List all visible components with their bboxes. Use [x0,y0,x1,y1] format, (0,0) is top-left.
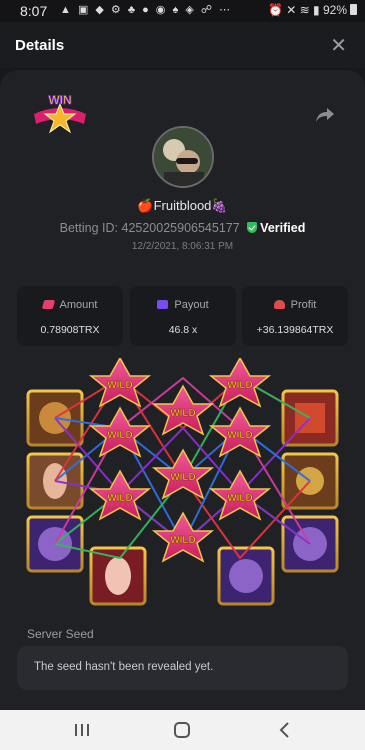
details-card: WIN 🍎Fruitblood🍇 Betting ID: 42520025906… [0,70,365,710]
wallet-icon [157,300,169,309]
bet-timestamp: 12/2/2021, 8:06:31 PM [131,241,234,252]
betting-id-value: 425200259065451​77 [121,221,240,235]
profit-user-icon [273,300,285,309]
details-header: Details ✕ [0,22,365,68]
back-icon[interactable] [265,718,305,742]
system-nav-bar [0,710,365,750]
recent-apps-icon[interactable] [62,718,102,742]
wild-label: WILD [107,493,133,504]
win-badge-text: WIN [48,93,71,107]
wild-label: WILD [227,493,253,504]
stat-profit-value: +36.139864TRX [256,324,334,336]
server-seed-box: The seed hasn't been revealed yet. [17,646,348,690]
win-badge-icon: WIN [34,93,86,134]
slot-board: WILD WILD WILD WILD WILD WILD WILD WILD … [26,358,339,606]
stat-amount-label: Amount [59,299,98,311]
stat-amount: Amount 0.78908TRX [17,286,123,346]
tile-col2-row4 [89,546,147,606]
share-icon[interactable] [315,106,335,124]
notification-icons: ▲ ▣ ◆ ⚙ ♣ ● ◉ ♠ ◈ ☍ ⋯ [60,4,233,16]
stat-payout: Payout 46.8 x [130,286,236,346]
wild-label: WILD [170,472,196,483]
wild-star-7: WILD [208,358,272,408]
wild-label: WILD [227,380,253,391]
system-icons: ⏰ ✕ ≋ ▮ 92% [268,3,357,17]
tile-col5-row4 [217,546,275,606]
verified-shield-icon [247,222,258,233]
wild-star-6: WILD [151,511,215,563]
stat-profit: Profit +36.139864TRX [242,286,348,346]
verified-label: Verified [260,221,306,235]
username: 🍎Fruitblood🍇 [137,198,228,213]
betting-id-row: Betting ID: 425200259065451​77 Verified [0,221,365,235]
close-icon[interactable]: ✕ [330,33,347,58]
status-bar: 8:07 ▲ ▣ ◆ ⚙ ♣ ● ◉ ♠ ◈ ☍ ⋯ ⏰ ✕ ≋ ▮ 92% [0,0,365,22]
wild-label: WILD [227,430,253,441]
home-icon[interactable] [162,718,202,742]
wild-star-3: WILD [88,469,152,521]
wild-label: WILD [170,408,196,419]
page-title: Details [15,37,65,54]
server-seed-message: The seed hasn't been revealed yet. [34,661,214,673]
wild-star-5: WILD [151,448,215,500]
stat-payout-value: 46.8 x [168,324,198,336]
stat-profit-label: Profit [290,299,317,311]
wild-star-2: WILD [88,406,152,458]
battery-percent: 92% [322,3,347,17]
battery-icon [350,4,357,15]
stat-amount-value: 0.78908TRX [40,324,100,336]
wild-label: WILD [107,380,133,391]
coins-icon [41,300,55,309]
server-seed-label: Server Seed [27,627,94,641]
wild-label: WILD [107,430,133,441]
stat-payout-label: Payout [174,299,209,311]
betting-id-label: Betting ID: [59,221,119,235]
wild-star-1: WILD [88,358,152,408]
status-time: 8:07 [20,3,48,19]
wild-label: WILD [170,535,196,546]
avatar [152,126,214,188]
